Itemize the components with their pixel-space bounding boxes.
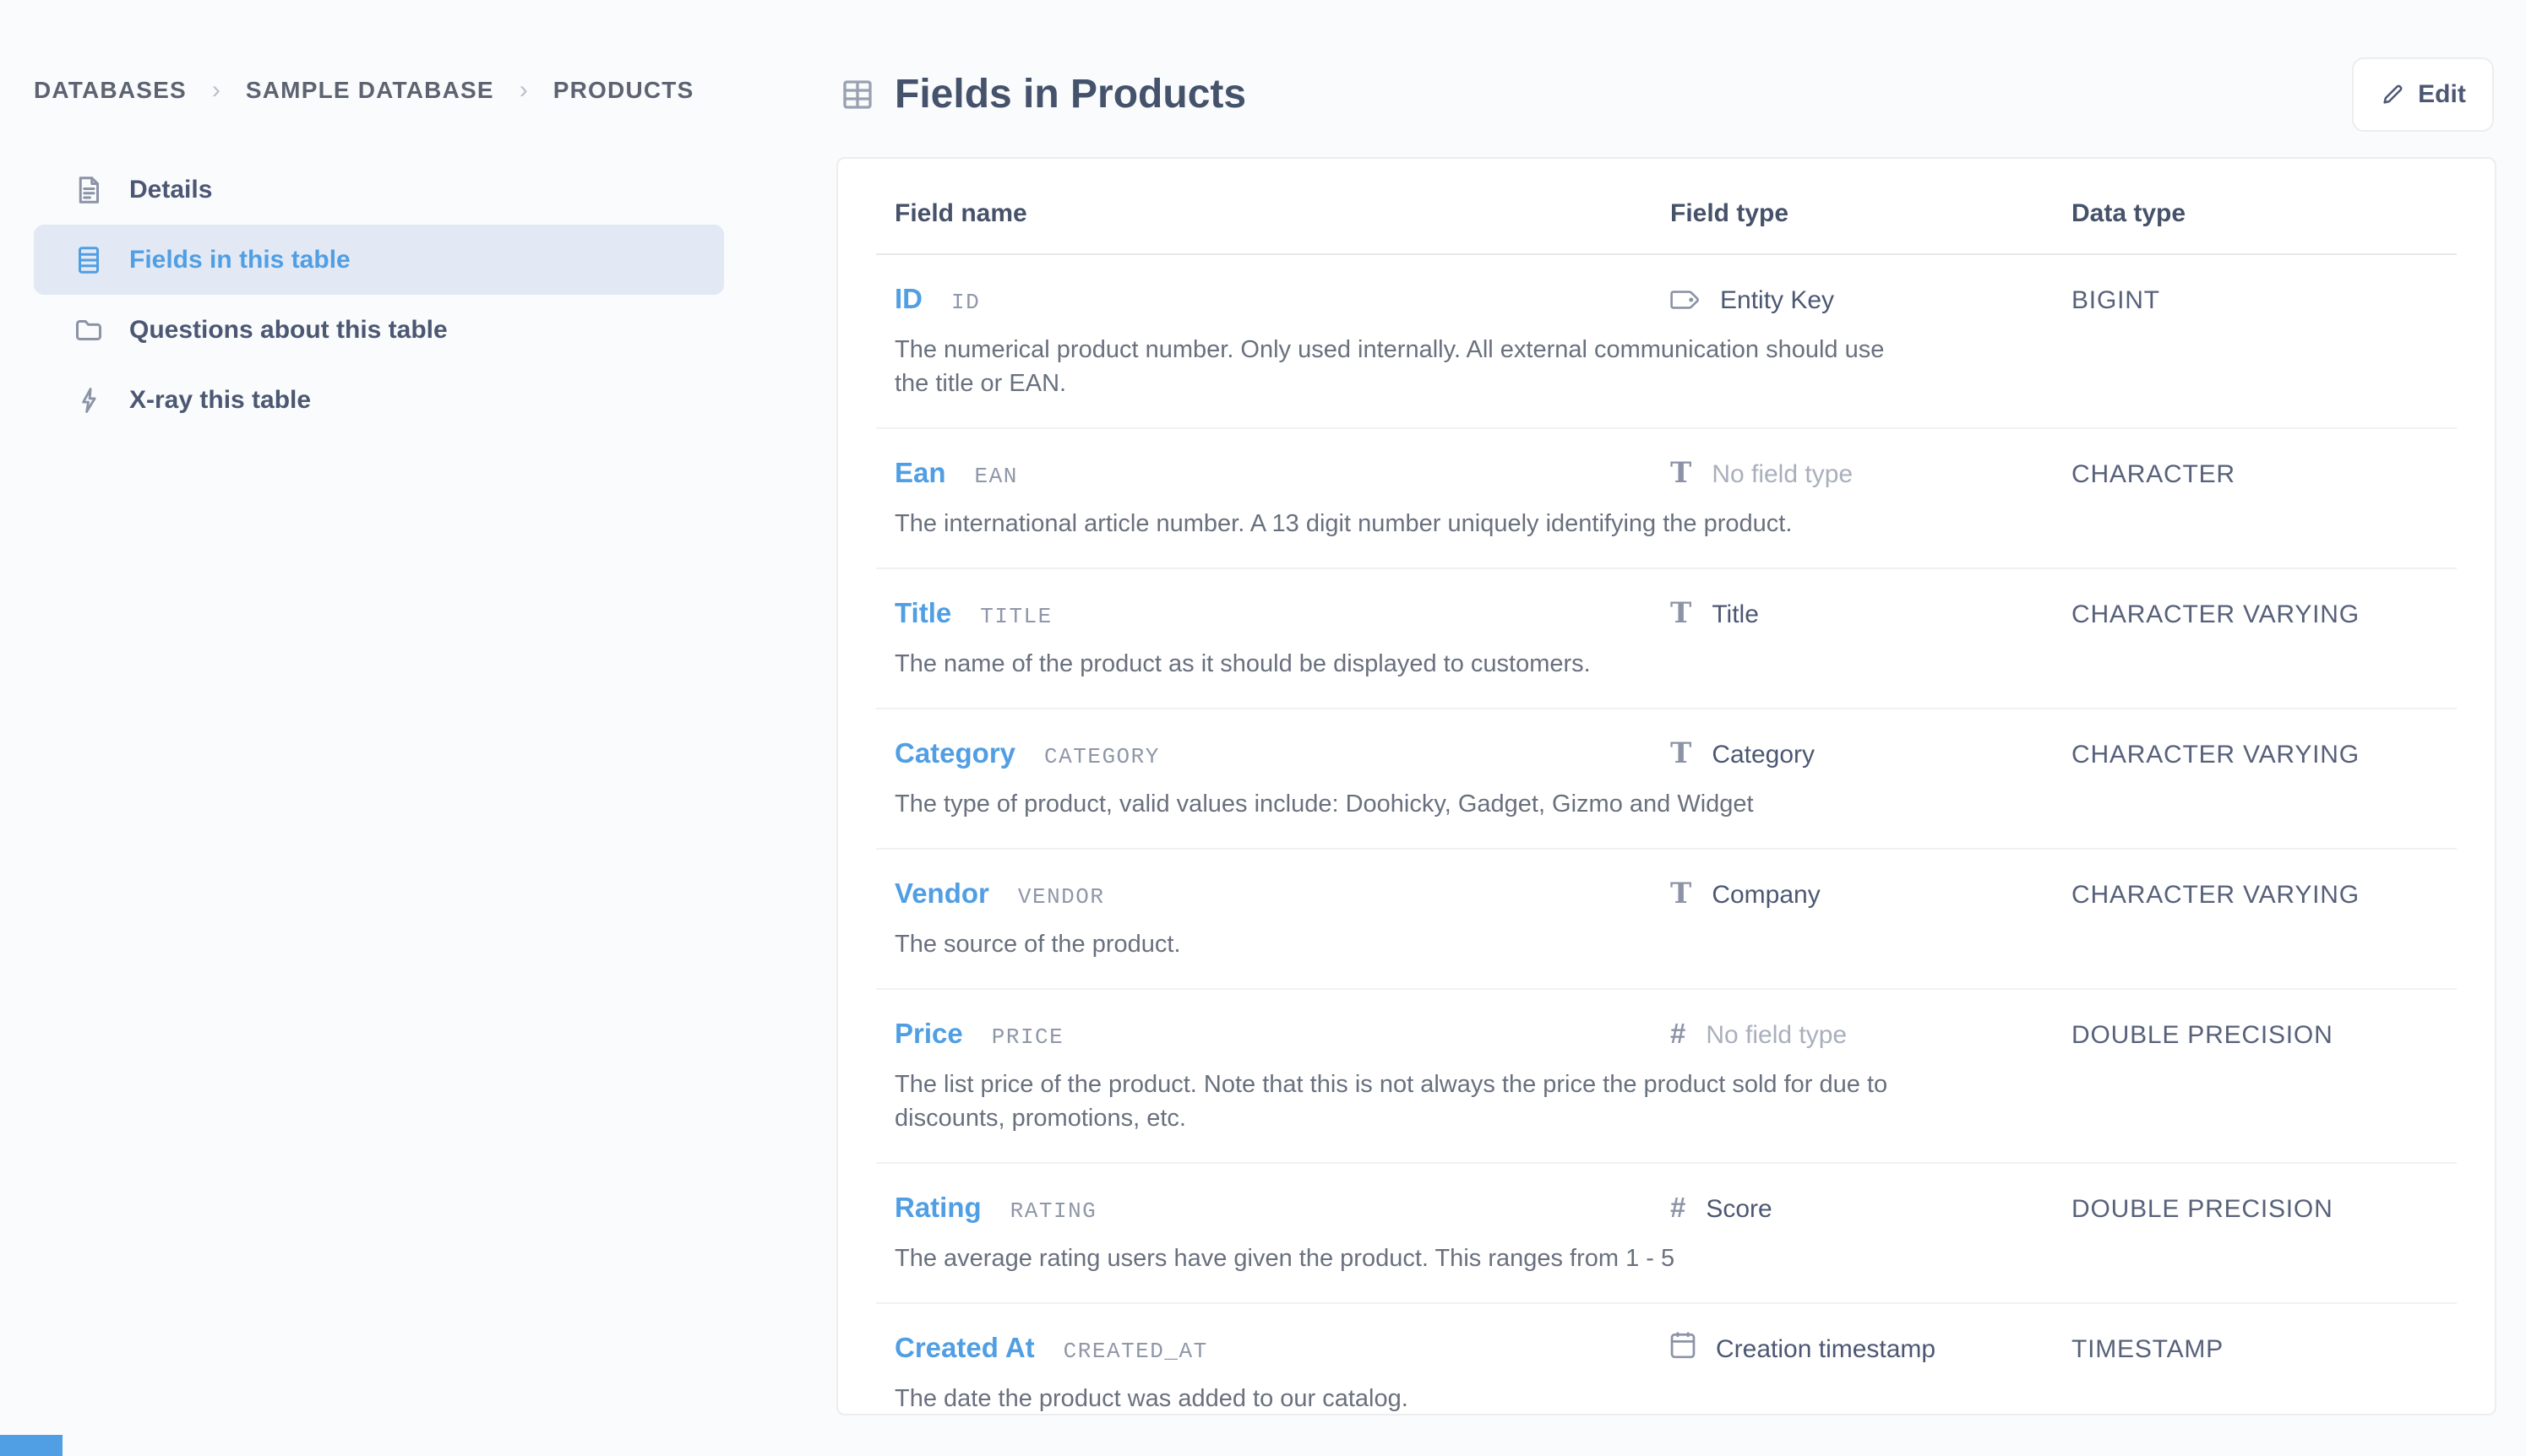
- field-row-title: Title TITLE T Title CHARACTER VARYING Th…: [876, 569, 2457, 709]
- sidebar-item-label: X-ray this table: [129, 386, 311, 415]
- breadcrumb-databases[interactable]: DATABASES: [34, 77, 187, 104]
- sidebar: Details Fields in this table Questions a…: [34, 155, 724, 435]
- field-description: The type of product, valid values includ…: [895, 787, 1900, 821]
- number-type-icon: #: [1670, 1019, 1685, 1047]
- calendar-icon: [1670, 1331, 1696, 1359]
- edit-button[interactable]: Edit: [2352, 57, 2494, 132]
- field-code: EAN: [975, 458, 1018, 495]
- field-row-category: Category CATEGORY T Category CHARACTER V…: [876, 709, 2457, 850]
- text-type-icon: T: [1670, 739, 1691, 768]
- field-type-label: No field type: [1712, 456, 1853, 493]
- field-row-vendor: Vendor VENDOR T Company CHARACTER VARYIN…: [876, 850, 2457, 990]
- field-code: PRICE: [992, 1019, 1064, 1056]
- field-type-label: Category: [1712, 736, 1815, 774]
- field-row-created-at: Created At CREATED_AT Creation timestamp…: [876, 1304, 2457, 1415]
- data-type: BIGINT: [2071, 282, 2457, 319]
- field-description: The numerical product number. Only used …: [895, 333, 1900, 400]
- page-header: Fields in Products: [841, 71, 1246, 118]
- field-code: VENDOR: [1018, 878, 1105, 915]
- table-icon: [841, 78, 874, 111]
- field-description: The name of the product as it should be …: [895, 647, 1900, 681]
- sidebar-item-details[interactable]: Details: [34, 155, 724, 225]
- data-type: CHARACTER VARYING: [2071, 596, 2457, 633]
- data-type: DOUBLE PRECISION: [2071, 1191, 2457, 1228]
- bottom-left-accent: [0, 1435, 63, 1456]
- sidebar-item-label: Fields in this table: [129, 246, 351, 274]
- bolt-icon: [72, 383, 106, 417]
- breadcrumb: DATABASES › SAMPLE DATABASE › PRODUCTS: [34, 76, 694, 105]
- sidebar-item-label: Questions about this table: [129, 316, 448, 345]
- field-name-link[interactable]: ID: [895, 280, 923, 318]
- fields-card: Field name Field type Data type ID ID En…: [836, 157, 2496, 1415]
- column-header-data-type: Data type: [2071, 199, 2457, 228]
- document-icon: [72, 173, 106, 207]
- text-type-icon: T: [1670, 879, 1691, 908]
- column-header-field-type: Field type: [1670, 199, 2071, 228]
- sidebar-item-label: Details: [129, 176, 212, 204]
- table-rows-icon: [72, 243, 106, 277]
- data-type: DOUBLE PRECISION: [2071, 1017, 2457, 1054]
- field-name-link[interactable]: Vendor: [895, 875, 989, 912]
- field-name-link[interactable]: Ean: [895, 454, 946, 492]
- field-description: The source of the product.: [895, 927, 1900, 961]
- pencil-icon: [2380, 82, 2405, 107]
- text-type-icon: T: [1670, 599, 1691, 627]
- chevron-right-icon: ›: [520, 76, 528, 105]
- field-name-link[interactable]: Price: [895, 1015, 963, 1052]
- field-row-ean: Ean EAN T No field type CHARACTER The in…: [876, 429, 2457, 569]
- sidebar-item-questions-about-this-table[interactable]: Questions about this table: [34, 295, 724, 365]
- field-code: RATING: [1010, 1193, 1097, 1230]
- field-name-link[interactable]: Created At: [895, 1329, 1035, 1366]
- data-type: CHARACTER VARYING: [2071, 736, 2457, 774]
- field-code: CREATED_AT: [1064, 1333, 1208, 1370]
- field-type-label: Title: [1712, 596, 1759, 633]
- field-row-rating: Rating RATING # Score DOUBLE PRECISION T…: [876, 1164, 2457, 1304]
- field-name-link[interactable]: Title: [895, 595, 951, 632]
- sidebar-item-xray-this-table[interactable]: X-ray this table: [34, 365, 724, 435]
- field-type-label: Creation timestamp: [1716, 1331, 1935, 1368]
- field-code: CATEGORY: [1044, 738, 1160, 775]
- field-type-label: Score: [1706, 1191, 1772, 1228]
- field-type-label: Company: [1712, 877, 1820, 914]
- column-header-field-name: Field name: [895, 199, 1670, 228]
- page-title: Fields in Products: [895, 71, 1246, 118]
- field-name-link[interactable]: Category: [895, 735, 1015, 772]
- field-description: The list price of the product. Note that…: [895, 1068, 1900, 1135]
- data-type: TIMESTAMP: [2071, 1331, 2457, 1368]
- sidebar-item-fields-in-this-table[interactable]: Fields in this table: [34, 225, 724, 295]
- data-type: CHARACTER: [2071, 456, 2457, 493]
- field-description: The date the product was added to our ca…: [895, 1382, 1900, 1415]
- chevron-right-icon: ›: [212, 76, 220, 105]
- field-row-price: Price PRICE # No field type DOUBLE PRECI…: [876, 990, 2457, 1164]
- field-name-link[interactable]: Rating: [895, 1189, 982, 1226]
- edit-button-label: Edit: [2418, 80, 2466, 109]
- folder-icon: [72, 313, 106, 347]
- breadcrumb-sample-database[interactable]: SAMPLE DATABASE: [246, 77, 494, 104]
- field-type-label: No field type: [1706, 1017, 1847, 1054]
- field-description: The international article number. A 13 d…: [895, 507, 1900, 541]
- table-header-row: Field name Field type Data type: [876, 159, 2457, 255]
- number-type-icon: #: [1670, 1193, 1685, 1221]
- field-type-label: Entity Key: [1720, 282, 1834, 319]
- field-code: ID: [951, 284, 980, 321]
- data-type: CHARACTER VARYING: [2071, 877, 2457, 914]
- entity-key-icon: [1670, 290, 1700, 310]
- text-type-icon: T: [1670, 459, 1691, 487]
- breadcrumb-products[interactable]: PRODUCTS: [553, 77, 694, 104]
- field-code: TITLE: [980, 598, 1053, 635]
- field-description: The average rating users have given the …: [895, 1241, 1900, 1275]
- field-row-id: ID ID Entity Key BIGINT The numerical pr…: [876, 255, 2457, 429]
